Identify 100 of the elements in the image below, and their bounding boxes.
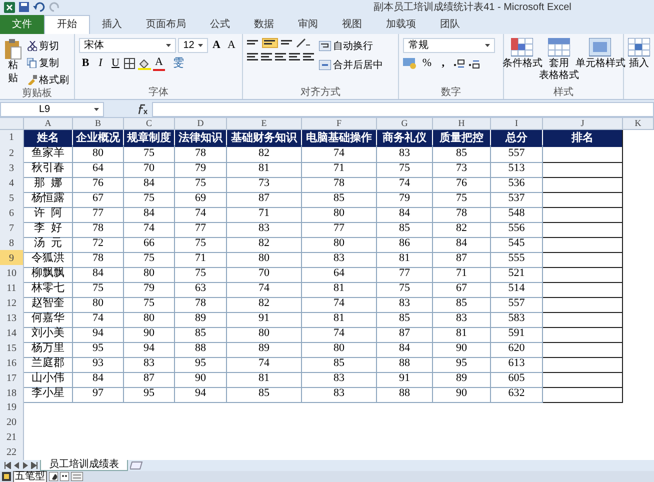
orientation-icon[interactable] (296, 38, 310, 48)
table-cell-text: 令狐洪 (32, 251, 64, 266)
column-header[interactable]: I (515, 119, 518, 128)
ribbon-tab[interactable]: 公式 (198, 15, 242, 34)
column-header[interactable]: G (401, 119, 408, 128)
align-center-icon[interactable] (261, 52, 272, 62)
ribbon-tab[interactable]: 团队 (428, 15, 472, 34)
copy-button[interactable]: 复制 (26, 55, 70, 71)
row-header[interactable]: 21 (0, 430, 24, 446)
format-painter-button[interactable]: 格式刷 (26, 72, 70, 88)
font-size-dropdown[interactable]: 12 (178, 38, 208, 53)
ribbon-tab[interactable]: 视图 (330, 15, 374, 34)
last-sheet-icon[interactable] (31, 462, 38, 469)
column-header[interactable]: E (261, 119, 267, 128)
align-left-icon[interactable] (247, 52, 258, 62)
paste-button[interactable]: 粘贴 (4, 38, 22, 88)
font-color-button[interactable]: A (153, 56, 165, 71)
table-cell-text: 80 (334, 236, 344, 251)
font-name-dropdown[interactable]: 宋体 (79, 38, 176, 53)
name-box[interactable]: L9 (0, 102, 104, 117)
row-header[interactable]: 20 (0, 415, 24, 431)
table-cell-text: 81 (399, 251, 410, 266)
table-cell-text: 81 (456, 326, 467, 341)
table-cell-text: 94 (144, 341, 154, 356)
bold-button[interactable]: B (79, 56, 92, 71)
column-header[interactable]: B (94, 119, 101, 128)
align-bottom-icon[interactable] (281, 39, 293, 47)
comma-style-button[interactable]: , (436, 56, 450, 71)
shrink-font-button[interactable]: A (225, 38, 238, 53)
table-cell-text: 75 (92, 281, 104, 296)
wrap-text-button[interactable]: 自动换行 (318, 38, 384, 54)
table-cell-text: 78 (195, 146, 206, 161)
punctuation-icon[interactable] (60, 472, 69, 481)
ribbon-tab[interactable]: 开始 (44, 15, 90, 34)
decrease-indent-icon[interactable] (289, 52, 300, 62)
column-header[interactable]: D (197, 119, 204, 128)
group-label: 数字 (441, 88, 462, 98)
table-cell-text: 90 (456, 386, 467, 401)
table-cell-text: 591 (508, 326, 525, 341)
cut-button[interactable]: 剪切 (26, 38, 70, 54)
ribbon-tab[interactable]: 文件 (0, 15, 44, 34)
underline-button[interactable]: U (109, 56, 122, 71)
table-cell-text: 77 (195, 221, 206, 236)
italic-button[interactable]: I (94, 56, 107, 71)
column-header[interactable]: C (146, 119, 152, 128)
column-header[interactable]: F (336, 119, 342, 128)
currency-icon[interactable] (403, 58, 418, 69)
ribbon-tab[interactable]: 页面布局 (134, 15, 198, 34)
table-cell-text: 85 (334, 191, 344, 206)
ribbon-tab[interactable]: 审阅 (286, 15, 330, 34)
table-cell-text: 78 (456, 206, 467, 221)
table-cell-text: 刘小美 (32, 326, 64, 341)
first-sheet-icon[interactable] (4, 462, 11, 469)
number-format-dropdown[interactable]: 常规 (403, 38, 496, 53)
grow-font-button[interactable]: A (210, 38, 223, 53)
table-cell-text: 78 (334, 176, 344, 191)
dropdown-caret-icon (198, 44, 203, 47)
half-width-icon[interactable] (49, 472, 58, 481)
borders-icon[interactable] (124, 58, 136, 69)
table-cell-text: 84 (92, 266, 104, 281)
align-middle-icon[interactable] (264, 39, 276, 47)
cell-styles-button[interactable]: 单元格样式 (578, 38, 623, 87)
align-top-icon[interactable] (247, 39, 259, 47)
percent-button[interactable]: % (420, 56, 434, 71)
table-cell-text: 71 (456, 266, 467, 281)
save-icon[interactable] (19, 2, 29, 12)
formula-input[interactable] (152, 102, 654, 117)
phonetic-guide-button[interactable]: 雯 (170, 56, 186, 71)
ribbon-tab[interactable]: 插入 (90, 15, 134, 34)
table-cell-text: 84 (399, 341, 410, 356)
row-header[interactable]: 19 (0, 400, 24, 416)
column-header[interactable]: A (44, 119, 52, 128)
insert-cells-icon (628, 38, 650, 58)
table-cell-text: 73 (258, 176, 270, 191)
table-cell-text: 83 (144, 356, 154, 371)
ribbon-tab[interactable]: 加载项 (374, 15, 428, 34)
row-header[interactable]: 22 (0, 445, 24, 461)
column-header[interactable]: J (580, 119, 584, 128)
table-cell-text: 84 (92, 371, 104, 386)
table-cell-text: 80 (144, 311, 154, 326)
table-cell-text: 90 (456, 341, 467, 356)
input-method-label[interactable]: 五笔型 (13, 470, 47, 482)
align-right-icon[interactable] (275, 52, 286, 62)
function-icon[interactable] (136, 104, 148, 115)
insert-cells-button[interactable]: 插入 (624, 38, 654, 70)
increase-indent-icon[interactable] (303, 52, 314, 62)
fill-color-icon[interactable] (138, 58, 151, 70)
merge-center-button[interactable]: 合并后居中 (318, 57, 384, 73)
column-header[interactable]: H (458, 119, 465, 128)
increase-decimal-icon[interactable] (452, 58, 465, 68)
table-cell-text: 74 (195, 206, 206, 221)
column-header[interactable]: K (634, 119, 642, 128)
table-cell-text: 杨恒露 (32, 191, 64, 206)
table-cell-text: 85 (456, 296, 467, 311)
decrease-decimal-icon[interactable] (468, 58, 480, 68)
table-cell-text: 84 (399, 206, 410, 221)
table-cell-text: 81 (258, 161, 270, 176)
undo-icon[interactable] (33, 2, 45, 12)
ribbon-tab[interactable]: 数据 (242, 15, 286, 34)
keyboard-icon[interactable] (71, 472, 83, 481)
